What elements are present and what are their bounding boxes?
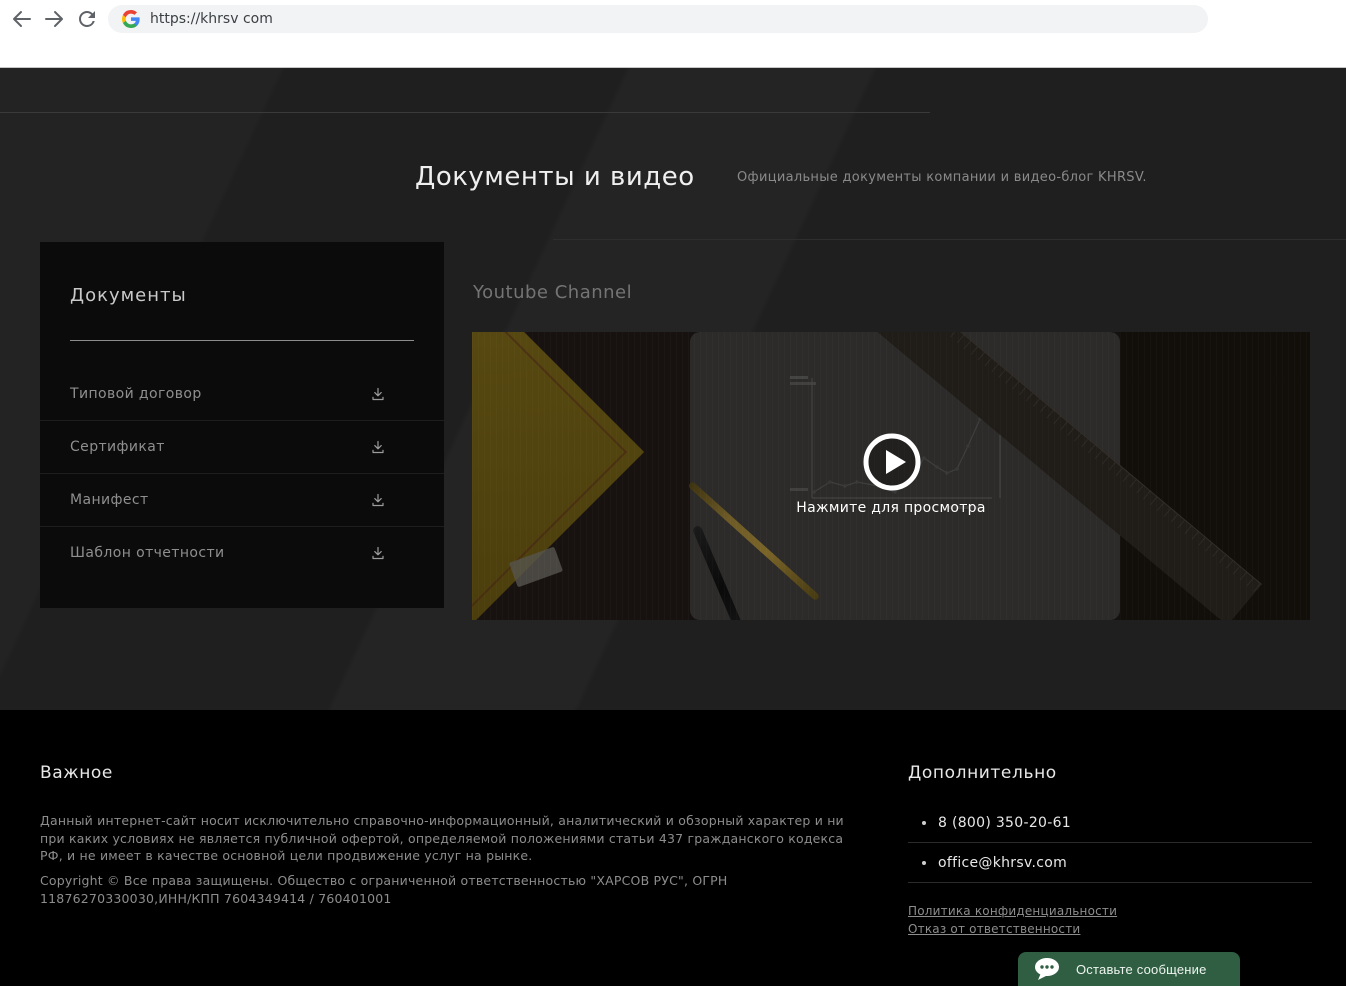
url-text: https://khrsv com: [150, 11, 273, 27]
documents-panel: Документы Типовой договор Сертификат Ман…: [40, 242, 444, 608]
doc-item-shablon-otchetnosti[interactable]: Шаблон отчетности: [40, 526, 444, 579]
footer-copyright-text: Copyright © Все права защищены. Общество…: [40, 873, 728, 906]
footer-links: Политика конфиденциальности Отказ от отв…: [908, 904, 1117, 936]
bullet-dot: [922, 860, 926, 865]
download-icon[interactable]: [370, 545, 386, 561]
browser-back-button[interactable]: [10, 7, 34, 31]
download-icon[interactable]: [370, 492, 386, 508]
section-title: Документы и видео: [415, 162, 695, 192]
footer-important-title: Важное: [40, 763, 113, 783]
download-icon[interactable]: [370, 439, 386, 455]
footer-additional-title: Дополнительно: [908, 763, 1057, 783]
video-overlay: Нажмите для просмотра: [472, 332, 1310, 620]
video-player[interactable]: Нажмите для просмотра: [472, 332, 1310, 620]
documents-list: Типовой договор Сертификат Манифест Шабл…: [40, 367, 444, 579]
reload-icon: [79, 11, 95, 27]
footer-email-item[interactable]: office@khrsv.com: [908, 843, 1312, 883]
browser-forward-button[interactable]: [42, 7, 66, 31]
play-icon[interactable]: [861, 431, 923, 493]
section-subtitle: Официальные документы компании и видео-б…: [737, 170, 1147, 185]
download-icon[interactable]: [370, 386, 386, 402]
doc-item-label: Сертификат: [70, 439, 165, 455]
chat-bubble-icon: [1035, 958, 1059, 980]
doc-item-sertifikat[interactable]: Сертификат: [40, 420, 444, 473]
footer-phone-item[interactable]: 8 (800) 350-20-61: [908, 803, 1312, 843]
footer-email-label: office@khrsv.com: [938, 854, 1068, 871]
documents-panel-title: Документы: [70, 285, 187, 306]
url-bar[interactable]: https://khrsv com: [108, 5, 1208, 33]
doc-item-manifest[interactable]: Манифест: [40, 473, 444, 526]
footer-contact-list: 8 (800) 350-20-61 office@khrsv.com: [908, 803, 1312, 883]
video-overlay-text[interactable]: Нажмите для просмотра: [472, 500, 1310, 516]
browser-chrome: https://khrsv com: [0, 0, 1346, 68]
page-background: Документы и видео Официальные документы …: [0, 68, 1346, 710]
section-divider: [553, 239, 1346, 240]
bullet-dot: [922, 820, 926, 825]
footer-disclaimer-text: Данный интернет-сайт носит исключительно…: [40, 813, 844, 863]
forward-arrow-icon: [45, 11, 63, 27]
footer: Важное Данный интернет-сайт носит исключ…: [0, 710, 1346, 986]
back-arrow-icon: [13, 11, 31, 27]
browser-reload-button[interactable]: [75, 7, 99, 31]
doc-item-label: Манифест: [70, 492, 149, 508]
chat-widget-button[interactable]: Оставьте сообщение: [1018, 952, 1240, 986]
footer-phone-label: 8 (800) 350-20-61: [938, 814, 1072, 831]
doc-item-label: Типовой договор: [70, 385, 202, 402]
privacy-policy-link[interactable]: Политика конфиденциальности: [908, 904, 1117, 918]
top-divider: [0, 112, 930, 113]
documents-title-rule: [70, 340, 414, 341]
doc-item-label: Шаблон отчетности: [70, 545, 225, 561]
chat-button-label: Оставьте сообщение: [1076, 961, 1207, 977]
google-favicon-icon: [122, 10, 140, 28]
youtube-channel-heading: Youtube Channel: [473, 282, 633, 303]
doc-item-tipovoy-dogovor[interactable]: Типовой договор: [40, 367, 444, 420]
disclaimer-link[interactable]: Отказ от ответственности: [908, 922, 1117, 936]
